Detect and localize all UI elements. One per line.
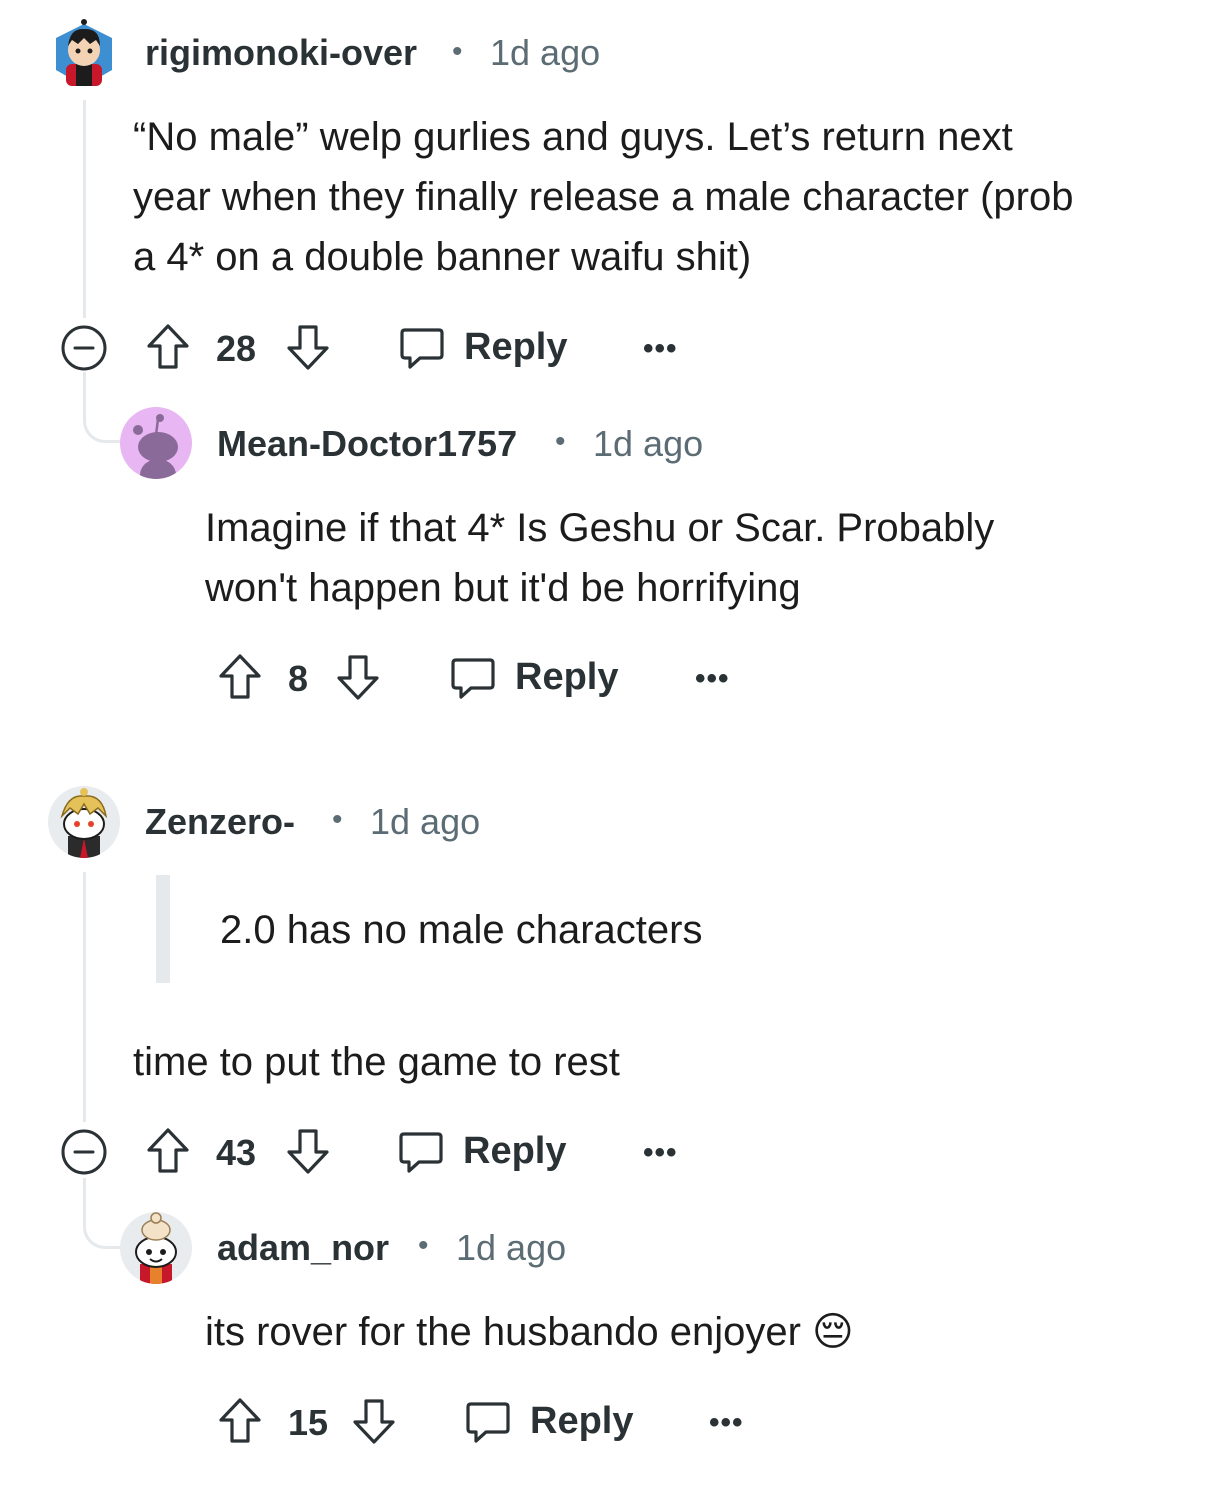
- comment-body: Imagine if that 4* Is Geshu or Scar. Pro…: [205, 498, 1195, 618]
- more-options-button[interactable]: •••: [695, 662, 730, 696]
- collapse-icon: [61, 1129, 107, 1175]
- reply-label: Reply: [463, 1130, 567, 1172]
- upvote-button[interactable]: [217, 652, 263, 702]
- upvote-button[interactable]: [145, 1126, 191, 1176]
- downvote-button[interactable]: [335, 652, 381, 702]
- comment-body-line: its rover for the husbando enjoyer: [205, 1310, 801, 1354]
- thread-line: [83, 100, 86, 318]
- upvote-arrow-icon: [219, 654, 261, 699]
- comment-body-line: “No male” welp gurlies and guys. Let’s r…: [133, 115, 1013, 159]
- upvote-arrow-icon: [147, 1128, 189, 1173]
- reply-label: Reply: [464, 326, 568, 368]
- snoo-avatar-icon: [56, 19, 112, 86]
- vote-count: 8: [288, 658, 309, 699]
- comment-body-line: Imagine if that 4* Is Geshu or Scar. Pro…: [205, 506, 995, 550]
- user-avatar[interactable]: [52, 18, 116, 88]
- comment-bubble-icon: [398, 324, 446, 372]
- vote-count: 15: [288, 1402, 329, 1443]
- comment-author[interactable]: Mean-Doctor1757: [217, 423, 517, 465]
- comment-bubble-icon: [449, 654, 497, 702]
- more-options-button[interactable]: •••: [643, 1136, 678, 1170]
- reply-label: Reply: [530, 1400, 634, 1442]
- upvote-arrow-icon: [147, 324, 189, 369]
- comment-author[interactable]: Zenzero-: [145, 801, 295, 843]
- downvote-arrow-icon: [337, 655, 379, 700]
- snoo-avatar-icon: [60, 788, 108, 858]
- reply-label: Reply: [515, 656, 619, 698]
- comment-body: time to put the game to rest: [133, 1032, 1193, 1092]
- vote-count: 43: [216, 1132, 257, 1173]
- comment-author[interactable]: rigimonoki-over: [145, 32, 417, 74]
- upvote-button[interactable]: [217, 1396, 263, 1446]
- blockquote-text: 2.0 has no male characters: [220, 908, 703, 952]
- comment-timestamp: 1d ago: [490, 32, 601, 73]
- comment-body-line: a 4* on a double banner waifu shit): [133, 235, 752, 279]
- pensive-face-emoji: 😔: [812, 1309, 854, 1355]
- comment-body-line: time to put the game to rest: [133, 1040, 620, 1084]
- comment-body-line: year when they finally release a male ch…: [133, 175, 1074, 219]
- user-avatar[interactable]: [120, 407, 192, 479]
- collapse-icon: [61, 325, 107, 371]
- collapse-thread-button[interactable]: [61, 325, 107, 371]
- snoo-avatar-icon: [135, 1212, 177, 1284]
- more-options-button[interactable]: •••: [643, 332, 678, 366]
- reply-button[interactable]: Reply: [398, 322, 568, 372]
- comment-author[interactable]: adam_nor: [217, 1227, 389, 1269]
- blockquote-bar: [156, 875, 170, 983]
- comment-timestamp: 1d ago: [456, 1227, 567, 1268]
- comment-timestamp: 1d ago: [370, 801, 481, 842]
- thread-line: [83, 872, 86, 1122]
- reply-button[interactable]: Reply: [397, 1126, 567, 1176]
- user-avatar[interactable]: [120, 1212, 192, 1284]
- comment-body-line: won't happen but it'd be horrifying: [205, 566, 801, 610]
- meta-separator: •: [555, 425, 566, 458]
- downvote-arrow-icon: [353, 1399, 395, 1444]
- vote-count: 28: [216, 328, 257, 369]
- comment-body: “No male” welp gurlies and guys. Let’s r…: [133, 107, 1193, 287]
- more-options-button[interactable]: •••: [709, 1406, 744, 1440]
- downvote-button[interactable]: [351, 1396, 397, 1446]
- downvote-button[interactable]: [285, 322, 331, 372]
- comment-timestamp: 1d ago: [593, 423, 704, 464]
- comment-bubble-icon: [464, 1398, 512, 1446]
- reply-button[interactable]: Reply: [464, 1396, 634, 1446]
- reply-button[interactable]: Reply: [449, 652, 619, 702]
- collapse-thread-button[interactable]: [61, 1129, 107, 1175]
- default-snoo-avatar-icon: [133, 414, 178, 479]
- thread-elbow: [83, 372, 122, 443]
- meta-separator: •: [452, 35, 463, 68]
- meta-separator: •: [418, 1229, 429, 1262]
- downvote-arrow-icon: [287, 1129, 329, 1174]
- downvote-arrow-icon: [287, 325, 329, 370]
- meta-separator: •: [332, 803, 343, 836]
- user-avatar[interactable]: [48, 786, 120, 858]
- comment-bubble-icon: [397, 1128, 445, 1176]
- downvote-button[interactable]: [285, 1126, 331, 1176]
- comment-body: its rover for the husbando enjoyer 😔: [205, 1302, 1195, 1362]
- upvote-button[interactable]: [145, 322, 191, 372]
- upvote-arrow-icon: [219, 1398, 261, 1443]
- thread-elbow: [83, 1178, 122, 1249]
